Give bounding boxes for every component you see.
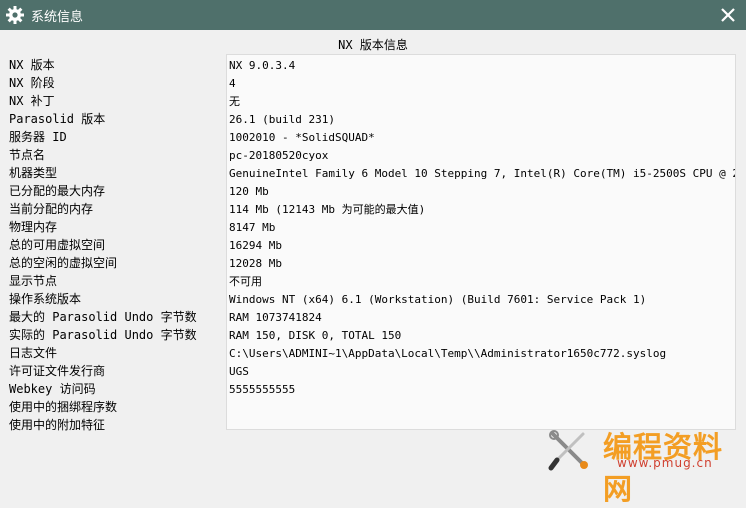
info-value: 不可用 bbox=[229, 275, 262, 288]
info-value: 1002010 - *SolidSQUAD* bbox=[229, 131, 375, 144]
info-label: 使用中的捆绑程序数 bbox=[9, 400, 118, 414]
info-value bbox=[229, 399, 735, 417]
info-value: NX 9.0.3.4 bbox=[229, 59, 296, 72]
info-value: Windows NT (x64) 6.1 (Workstation) (Buil… bbox=[229, 293, 647, 306]
info-value: C:\Users\ADMINI~1\AppData\Local\Temp\\Ad… bbox=[229, 347, 667, 360]
info-label: 总的空闲的虚拟空间 bbox=[9, 256, 118, 270]
info-value: 120 Mb bbox=[229, 185, 269, 198]
watermark-logo: 编程资料网 www.pmug.cn bbox=[545, 426, 745, 506]
info-value: RAM 150, DISK 0, TOTAL 150 bbox=[229, 329, 402, 342]
info-value: pc-20180520cyox bbox=[229, 149, 329, 162]
label-column: NX 版本 NX 阶段 NX 补丁 Parasolid 版本 服务器 ID 节点名机器类型… bbox=[9, 56, 224, 434]
info-label: 服务器 ID bbox=[9, 130, 67, 144]
info-label: Parasolid 版本 bbox=[9, 112, 106, 126]
info-label: NX 阶段 bbox=[9, 76, 55, 90]
info-label: 物理内存 bbox=[9, 220, 58, 234]
info-label: 操作系统版本 bbox=[9, 292, 82, 306]
info-value: 16294 Mb bbox=[229, 239, 282, 252]
value-panel[interactable]: NX 9.0.3.4 4 无 26.1 (build 231) 1002010 - *S… bbox=[226, 54, 736, 430]
info-value: 无 bbox=[229, 95, 240, 108]
info-label: 节点名 bbox=[9, 148, 46, 162]
info-label: Webkey 访问码 bbox=[9, 382, 96, 396]
info-value: 114 Mb (12143 Mb 为可能的最大值) bbox=[229, 203, 426, 216]
section-heading: NX 版本信息 bbox=[338, 38, 408, 52]
info-label: 显示节点 bbox=[9, 274, 58, 288]
value-column: NX 9.0.3.4 4 无 26.1 (build 231) 1002010 - *S… bbox=[229, 57, 736, 429]
info-label: 使用中的附加特征 bbox=[9, 418, 106, 432]
info-value: 26.1 (build 231) bbox=[229, 113, 335, 126]
watermark-url: www.pmug.cn bbox=[617, 456, 713, 470]
info-label: 实际的 Parasolid Undo 字节数 bbox=[9, 328, 197, 342]
gear-icon bbox=[6, 6, 24, 24]
info-label: 最大的 Parasolid Undo 字节数 bbox=[9, 310, 197, 324]
info-label: 当前分配的内存 bbox=[9, 202, 94, 216]
info-label: NX 版本 bbox=[9, 58, 55, 72]
window-title: 系统信息 bbox=[31, 10, 84, 25]
tools-icon bbox=[548, 430, 588, 471]
info-label: 日志文件 bbox=[9, 346, 58, 360]
info-label: 总的可用虚拟空间 bbox=[9, 238, 106, 252]
info-value: 5555555555 bbox=[229, 383, 296, 396]
info-value: 4 bbox=[229, 77, 236, 90]
info-label: NX 补丁 bbox=[9, 94, 55, 108]
info-value: UGS bbox=[229, 365, 249, 378]
info-label: 已分配的最大内存 bbox=[9, 184, 106, 198]
info-value: 12028 Mb bbox=[229, 257, 282, 270]
title-bar: 系统信息 bbox=[0, 0, 746, 30]
info-value: GenuineIntel Family 6 Model 10 Stepping … bbox=[229, 167, 736, 180]
info-value: RAM 1073741824 bbox=[229, 311, 322, 324]
info-label: 许可证文件发行商 bbox=[9, 364, 106, 378]
info-value: 8147 Mb bbox=[229, 221, 276, 234]
info-label: 机器类型 bbox=[9, 166, 58, 180]
close-icon[interactable] bbox=[716, 3, 740, 27]
